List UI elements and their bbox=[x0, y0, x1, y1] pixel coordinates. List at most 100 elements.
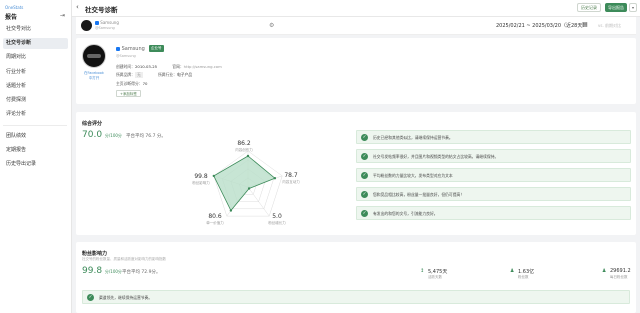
radar-label-growth: 粉丝增长力 bbox=[268, 221, 286, 225]
insight-text: 历史已经和其他类似比，请继续保持运营节奏。 bbox=[373, 135, 453, 140]
industry-label: 所属行业： bbox=[158, 72, 177, 77]
account-selector-bar: Samsung @Samsung ⚙ 2025/02/21 ~ 2025/03/… bbox=[76, 17, 636, 35]
platform-average: 平台平均 76.7 分。 bbox=[126, 134, 166, 139]
collapse-sidebar-icon[interactable]: ⇥ bbox=[60, 12, 65, 19]
section-title: 粉丝影响力 bbox=[82, 251, 108, 257]
radar-point bbox=[229, 209, 233, 212]
check-icon: ✓ bbox=[87, 294, 94, 301]
metric-value: 5,475天 bbox=[428, 269, 448, 275]
facebook-icon bbox=[116, 46, 120, 51]
radar-value-single: 80.6 bbox=[208, 213, 222, 220]
brand-value: 无 bbox=[134, 72, 143, 78]
sidebar-item-comments[interactable]: 评论分析 bbox=[3, 109, 68, 120]
sidebar-item-industry[interactable]: 行业分析 bbox=[3, 67, 68, 78]
profile-handle: @Samsung bbox=[116, 54, 136, 58]
insight-item: ✓ 您和竞品相比较高，粉丝量一批量良好，但仍可提高！ bbox=[356, 187, 631, 201]
insight-text: 渠道领先，继续保持运营节奏。 bbox=[99, 295, 153, 300]
history-button[interactable]: 历史记录 bbox=[577, 3, 601, 12]
section-title: 综合评分 bbox=[82, 121, 103, 127]
status-badge: 企业号 bbox=[149, 45, 164, 52]
composite-score-value: 70.0 bbox=[82, 130, 103, 140]
platform-average: 平台平均 72.9分。 bbox=[122, 270, 161, 275]
sidebar-item-team[interactable]: 团队绩效 bbox=[3, 131, 68, 142]
sidebar-item-topic[interactable]: 话题分析 bbox=[3, 81, 68, 92]
website-link[interactable]: http://samsung.com bbox=[184, 64, 222, 69]
more-dropdown-button[interactable]: ▾ bbox=[629, 3, 637, 12]
radar-value-content: 86.2 bbox=[237, 140, 251, 147]
insight-text: 您和竞品相比较高，粉丝量一批量良好，但仍可提高！ bbox=[373, 192, 465, 197]
open-in-facebook-link[interactable]: 在Facebook 中打开 bbox=[84, 71, 104, 81]
insight-item: ✓ 社交号发帖频率很好，并且图片和视频类型的帖文占比较高，请继续保持。 bbox=[356, 149, 631, 163]
check-icon: ✓ bbox=[361, 191, 368, 198]
sidebar-title: 报告 bbox=[5, 14, 18, 21]
sidebar-item-scheduled[interactable]: 定期报告 bbox=[3, 145, 68, 156]
add-tag-button[interactable]: +添加标签 bbox=[116, 90, 141, 97]
profile-name: Samsung bbox=[116, 46, 145, 52]
sidebar: OneStats 报告 ⇥ 社交号对比 社交号诊断 周期对比 行业分析 话题分析… bbox=[0, 0, 72, 313]
avatar[interactable] bbox=[81, 20, 92, 31]
sidebar-item-export-history[interactable]: 历史导出记录 bbox=[3, 159, 68, 170]
score-value: 70 bbox=[142, 81, 148, 86]
divider bbox=[3, 125, 67, 126]
score-label: 主页诊断得分： bbox=[116, 81, 143, 86]
profile-name-text: Samsung bbox=[121, 46, 145, 52]
facebook-icon bbox=[95, 21, 99, 25]
calendar-icon[interactable]: ▦ bbox=[582, 21, 588, 28]
account-handle: @Samsung bbox=[95, 26, 115, 30]
metric-label: 活跃天数 bbox=[428, 275, 442, 279]
radar-value-influence: 99.8 bbox=[194, 173, 208, 180]
date-range-picker[interactable]: 2025/02/21 ~ 2025/03/20（近28天） bbox=[496, 22, 587, 29]
radar-label-influence: 粉丝影响力 bbox=[192, 181, 210, 185]
influence-score-unit: 分/100分 bbox=[104, 269, 122, 274]
metric-value: 29691.2 bbox=[610, 268, 631, 274]
insight-item: ✓ 平均粉丝数的力量比较大，发布类型对应为文本 bbox=[356, 168, 631, 182]
open-in-facebook-line2: 中打开 bbox=[88, 76, 100, 80]
account-name-text: Samsung bbox=[100, 20, 119, 25]
fan-influence-card: 粉丝影响力 社交号的粉丝数量、质量和活跃度对影响力的影响指数 99.8 分/10… bbox=[76, 242, 636, 313]
profile-meta-row-2: 所属品牌：无 所属行业：电子产品 bbox=[116, 72, 192, 78]
metric-label: 每日粉丝数 bbox=[610, 275, 628, 279]
sidebar-item-paid[interactable]: 付费探测 bbox=[3, 95, 68, 106]
radar-point bbox=[247, 187, 251, 190]
insight-text: 平均粉丝数的力量比较大，发布类型对应为文本 bbox=[373, 173, 453, 178]
radar-point bbox=[246, 154, 250, 158]
sidebar-item-account-compare[interactable]: 社交号对比 bbox=[3, 24, 68, 35]
influence-score-value: 99.8 bbox=[82, 266, 103, 276]
user-icon: ♟ bbox=[602, 268, 607, 274]
check-icon: ✓ bbox=[361, 172, 368, 179]
radar-label-content: 内容创作力 bbox=[235, 148, 253, 152]
brand-label: 所属品牌： bbox=[116, 72, 135, 77]
user-icon: ♟ bbox=[510, 268, 515, 274]
insight-item: ✓ 有发出的和您的文号，引流能力良好。 bbox=[356, 206, 631, 220]
compare-toggle[interactable]: vs. 前期对比 bbox=[598, 23, 621, 29]
check-icon: ✓ bbox=[361, 210, 368, 217]
account-name[interactable]: Samsung bbox=[95, 20, 119, 25]
check-icon: ✓ bbox=[361, 134, 368, 141]
composite-score-card: 综合评分 70.0 分/100分 平台平均 76.7 分。 86.2 内容创作力… bbox=[76, 112, 636, 235]
profile-meta-row-3: 主页诊断得分：70 bbox=[116, 81, 147, 87]
metric-value: 1.63亿 bbox=[518, 269, 535, 275]
section-subtitle: 社交号的粉丝数量、质量和活跃度对影响力的影响指数 bbox=[82, 257, 166, 261]
back-arrow-icon[interactable]: ‹ bbox=[76, 3, 79, 11]
radar-value-growth: 5.0 bbox=[272, 213, 282, 220]
insight-text: 有发出的和您的文号，引流能力良好。 bbox=[373, 211, 438, 216]
page-title: 社交号诊断 bbox=[85, 6, 118, 14]
export-report-button[interactable]: 导出报告 bbox=[605, 3, 627, 12]
gear-icon[interactable]: ⚙ bbox=[269, 22, 274, 29]
profile-meta-row-1: 创建时间：2010-03-25 官网：http://samsung.com bbox=[116, 64, 222, 70]
sidebar-item-account-diagnosis[interactable]: 社交号诊断 bbox=[3, 38, 68, 49]
radar-value-interaction: 78.7 bbox=[284, 172, 298, 179]
industry-value: 电子产品 bbox=[176, 72, 193, 77]
profile-avatar bbox=[82, 44, 106, 68]
header: ‹ 社交号诊断 历史记录 导出报告 ▾ bbox=[72, 0, 640, 17]
metric-label: 粉丝数 bbox=[518, 275, 529, 279]
influence-score: 99.8 分/100分 bbox=[82, 266, 122, 276]
profile-card: 在Facebook 中打开 Samsung 企业号 @Samsung 创建时间：… bbox=[76, 38, 636, 104]
brand-logo[interactable]: OneStats bbox=[5, 5, 23, 10]
radar-label-interaction: 内容互动力 bbox=[282, 180, 300, 184]
website-label: 官网： bbox=[172, 64, 184, 69]
sidebar-item-period-compare[interactable]: 周期对比 bbox=[3, 52, 68, 63]
insight-item: ✓ 历史已经和其他类似比，请继续保持运营节奏。 bbox=[356, 130, 631, 144]
check-icon: ✓ bbox=[361, 153, 368, 160]
radar-label-single: 单一价值力 bbox=[206, 221, 224, 225]
